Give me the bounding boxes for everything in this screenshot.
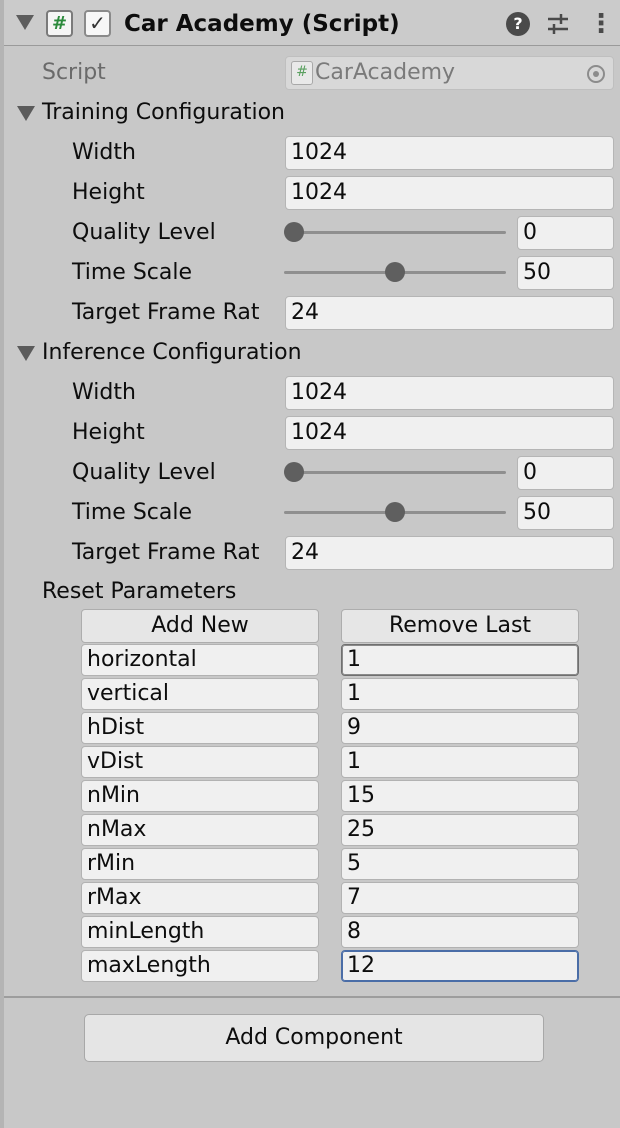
component-title: Car Academy (Script) xyxy=(124,11,400,37)
add-component-button[interactable]: Add Component xyxy=(84,1014,544,1062)
reset-param-value[interactable]: 7 xyxy=(341,882,579,914)
component-enabled-checkbox[interactable]: ✓ xyxy=(84,10,111,37)
training-quality-slider-thumb[interactable] xyxy=(284,222,304,242)
inference-width-input[interactable]: 1024 xyxy=(285,376,614,410)
add-new-button[interactable]: Add New xyxy=(81,609,319,643)
script-file-icon: # xyxy=(291,61,313,85)
script-component-icon: # xyxy=(46,10,73,37)
reset-param-value[interactable]: 1 xyxy=(341,678,579,710)
reset-parameters-header: Reset Parameters xyxy=(42,579,237,604)
help-icon[interactable]: ? xyxy=(506,12,530,36)
inference-timescale-slider-thumb[interactable] xyxy=(385,502,405,522)
presets-sliders-icon[interactable] xyxy=(544,10,572,38)
reset-param-value[interactable]: 5 xyxy=(341,848,579,880)
training-quality-label: Quality Level xyxy=(72,220,216,245)
reset-param-value[interactable]: 12 xyxy=(341,950,579,982)
inference-quality-input[interactable]: 0 xyxy=(517,456,614,490)
reset-param-key[interactable]: minLength xyxy=(81,916,319,948)
inference-height-label: Height xyxy=(72,420,145,445)
training-config-header[interactable]: Training Configuration xyxy=(42,99,285,127)
inference-foldout-arrow-icon[interactable] xyxy=(17,346,35,361)
remove-last-button[interactable]: Remove Last xyxy=(341,609,579,643)
inference-height-input[interactable]: 1024 xyxy=(285,416,614,450)
script-name: CarAcademy xyxy=(315,60,456,85)
inference-config-header[interactable]: Inference Configuration xyxy=(42,339,302,367)
inference-quality-slider-track[interactable] xyxy=(284,471,506,474)
training-fps-input[interactable]: 24 xyxy=(285,296,614,330)
component-foldout-arrow-icon[interactable] xyxy=(16,15,34,30)
reset-param-key[interactable]: rMin xyxy=(81,848,319,880)
reset-param-key[interactable]: vDist xyxy=(81,746,319,778)
training-height-input[interactable]: 1024 xyxy=(285,176,614,210)
inference-fps-label: Target Frame Rat xyxy=(72,540,260,565)
training-timescale-input[interactable]: 50 xyxy=(517,256,614,290)
reset-param-key[interactable]: horizontal xyxy=(81,644,319,676)
inference-timescale-label: Time Scale xyxy=(72,500,193,525)
component-menu-icon[interactable]: ⋮ xyxy=(588,10,614,38)
reset-param-value[interactable]: 15 xyxy=(341,780,579,812)
training-width-input[interactable]: 1024 xyxy=(285,136,614,170)
training-quality-input[interactable]: 0 xyxy=(517,216,614,250)
inference-fps-input[interactable]: 24 xyxy=(285,536,614,570)
training-foldout-arrow-icon[interactable] xyxy=(17,106,35,121)
reset-param-value[interactable]: 25 xyxy=(341,814,579,846)
training-width-label: Width xyxy=(72,140,136,165)
training-timescale-label: Time Scale xyxy=(72,260,193,285)
reset-param-key[interactable]: vertical xyxy=(81,678,319,710)
reset-param-key[interactable]: hDist xyxy=(81,712,319,744)
reset-param-key[interactable]: maxLength xyxy=(81,950,319,982)
object-picker-icon[interactable] xyxy=(587,65,605,83)
section-divider xyxy=(4,996,620,998)
panel-left-edge xyxy=(0,0,4,1128)
reset-param-key[interactable]: rMax xyxy=(81,882,319,914)
training-height-label: Height xyxy=(72,180,145,205)
reset-param-key[interactable]: nMax xyxy=(81,814,319,846)
inference-width-label: Width xyxy=(72,380,136,405)
reset-param-key[interactable]: nMin xyxy=(81,780,319,812)
training-fps-label: Target Frame Rat xyxy=(72,300,260,325)
script-label: Script xyxy=(42,60,106,85)
training-quality-slider-track[interactable] xyxy=(284,231,506,234)
reset-param-value[interactable]: 1 xyxy=(341,644,579,676)
reset-param-value[interactable]: 1 xyxy=(341,746,579,778)
script-object-field[interactable]: # CarAcademy xyxy=(285,56,614,90)
reset-param-value[interactable]: 8 xyxy=(341,916,579,948)
inference-timescale-input[interactable]: 50 xyxy=(517,496,614,530)
inference-quality-label: Quality Level xyxy=(72,460,216,485)
inference-quality-slider-thumb[interactable] xyxy=(284,462,304,482)
training-timescale-slider-thumb[interactable] xyxy=(385,262,405,282)
reset-param-value[interactable]: 9 xyxy=(341,712,579,744)
